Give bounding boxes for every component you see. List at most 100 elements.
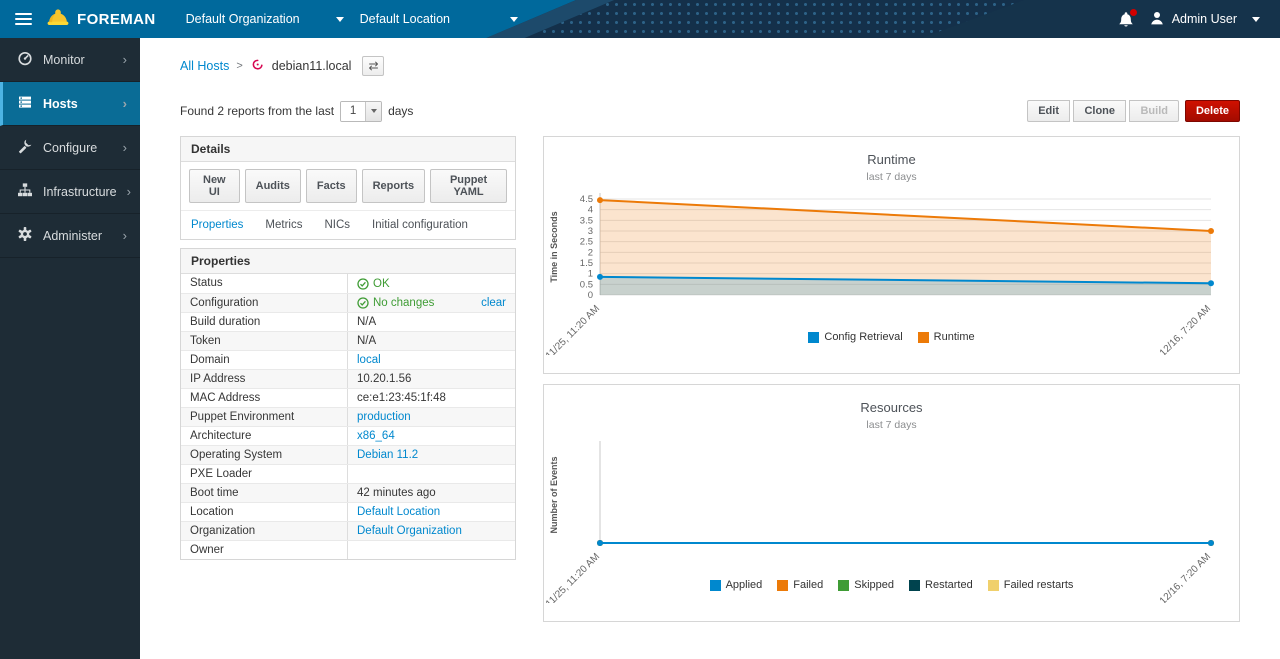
location-dropdown[interactable]: Default Location xyxy=(360,12,518,26)
legend-item-runtime[interactable]: Runtime xyxy=(918,331,975,343)
host-actions: Edit Clone Build Delete xyxy=(1027,100,1240,122)
clone-button[interactable]: Clone xyxy=(1073,100,1126,122)
details-button-reports[interactable]: Reports xyxy=(362,169,426,203)
chevron-down-icon xyxy=(365,102,381,121)
svg-text:0.5: 0.5 xyxy=(580,279,593,290)
tab-initial-configuration[interactable]: Initial configuration xyxy=(372,219,468,231)
user-menu[interactable]: Admin User xyxy=(1149,10,1260,29)
property-label: Configuration xyxy=(181,294,348,312)
main-content: All Hosts > debian11.local ⇄ Found 2 rep… xyxy=(140,38,1280,659)
sidebar-item-monitor[interactable]: Monitor › xyxy=(0,38,140,82)
legend-item-config-retrieval[interactable]: Config Retrieval xyxy=(808,331,902,343)
tab-metrics[interactable]: Metrics xyxy=(265,219,302,231)
chart-title: Runtime xyxy=(867,152,915,167)
foreman-brand[interactable]: FOREMAN xyxy=(46,6,170,33)
svg-text:4.5: 4.5 xyxy=(580,194,593,205)
sidebar-item-label: Administer xyxy=(43,229,102,243)
legend-item-failed[interactable]: Failed xyxy=(777,579,823,591)
details-button-facts[interactable]: Facts xyxy=(306,169,357,203)
sidebar-item-infrastructure[interactable]: Infrastructure › xyxy=(0,170,140,214)
build-button[interactable]: Build xyxy=(1129,100,1179,122)
chevron-right-icon: › xyxy=(123,96,127,111)
svg-text:0: 0 xyxy=(588,290,593,301)
details-button-audits[interactable]: Audits xyxy=(245,169,301,203)
legend-item-restarted[interactable]: Restarted xyxy=(909,579,973,591)
days-select-value: 1 xyxy=(341,102,365,121)
legend-swatch xyxy=(918,332,929,343)
legend-label: Config Retrieval xyxy=(824,331,902,343)
property-value-link[interactable]: local xyxy=(357,354,381,366)
property-value: N/A xyxy=(357,335,376,347)
notification-badge xyxy=(1130,9,1137,16)
property-value-link[interactable]: production xyxy=(357,411,411,423)
resources-chart: 11/25, 11:20 AM12/16, 7:20 AMNumber of E… xyxy=(544,433,1239,603)
legend-swatch xyxy=(710,580,721,591)
tab-properties[interactable]: Properties xyxy=(191,219,243,231)
sidebar-item-hosts[interactable]: Hosts › xyxy=(0,82,140,126)
property-label: Status xyxy=(181,274,348,293)
property-value-link[interactable]: Default Location xyxy=(357,506,440,518)
gauge-icon xyxy=(17,50,33,69)
property-row-pxe-loader: PXE Loader xyxy=(181,464,515,483)
sidebar-item-configure[interactable]: Configure › xyxy=(0,126,140,170)
chevron-down-icon xyxy=(1252,17,1260,22)
svg-text:11/25, 11:20 AM: 11/25, 11:20 AM xyxy=(544,303,602,355)
delete-button[interactable]: Delete xyxy=(1185,100,1240,122)
resources-chart-panel: Resources last 7 days 11/25, 11:20 AM12/… xyxy=(543,384,1240,622)
properties-table-title: Properties xyxy=(181,249,515,274)
property-value: ce:e1:23:45:1f:48 xyxy=(357,392,446,404)
property-value: 42 minutes ago xyxy=(357,487,436,499)
details-button-puppet-yaml[interactable]: Puppet YAML xyxy=(430,169,507,203)
host-switcher-button[interactable]: ⇄ xyxy=(362,56,384,76)
property-row-mac-address: MAC Addressce:e1:23:45:1f:48 xyxy=(181,388,515,407)
notifications-bell-icon[interactable] xyxy=(1118,11,1134,28)
debian-logo-icon xyxy=(250,57,265,75)
reports-summary: Found 2 reports from the last 1 days xyxy=(180,101,413,122)
property-value-link[interactable]: Debian 11.2 xyxy=(357,449,418,461)
details-panel: Details New UIAuditsFactsReportsPuppet Y… xyxy=(180,136,516,240)
sitemap-icon xyxy=(17,182,33,201)
property-label: PXE Loader xyxy=(181,465,348,483)
hamburger-menu-icon[interactable] xyxy=(0,0,46,38)
property-value: 10.20.1.56 xyxy=(357,373,411,385)
reports-summary-suffix: days xyxy=(388,104,413,118)
sidebar-item-label: Monitor xyxy=(43,53,85,67)
property-value-link[interactable]: Default Organization xyxy=(357,525,462,537)
legend-item-failed-restarts[interactable]: Failed restarts xyxy=(988,579,1074,591)
chart-subtitle: last 7 days xyxy=(866,419,916,431)
edit-button[interactable]: Edit xyxy=(1027,100,1070,122)
chart-title: Resources xyxy=(860,400,922,415)
legend-item-applied[interactable]: Applied xyxy=(710,579,763,591)
property-value-link[interactable]: x86_64 xyxy=(357,430,395,442)
details-button-new-ui[interactable]: New UI xyxy=(189,169,240,203)
property-row-architecture: Architecture x86_64 xyxy=(181,426,515,445)
organization-dropdown[interactable]: Default Organization xyxy=(186,12,344,26)
property-label: Operating System xyxy=(181,446,348,464)
organization-label: Default Organization xyxy=(186,12,300,26)
property-label: Architecture xyxy=(181,427,348,445)
legend-item-skipped[interactable]: Skipped xyxy=(838,579,894,591)
property-row-domain: Domainlocal xyxy=(181,350,515,369)
top-navbar: FOREMAN Default Organization Default Loc… xyxy=(0,0,1280,38)
sidebar-item-administer[interactable]: Administer › xyxy=(0,214,140,258)
property-label: Organization xyxy=(181,522,348,540)
svg-text:Time in Seconds: Time in Seconds xyxy=(549,211,559,282)
chart-legend: Applied Failed Skipped Restarted Failed rest… xyxy=(710,579,1074,591)
reports-summary-text: Found 2 reports from the last xyxy=(180,104,334,118)
svg-text:3.5: 3.5 xyxy=(580,215,593,226)
breadcrumb-all-hosts-link[interactable]: All Hosts xyxy=(180,59,229,73)
svg-text:1: 1 xyxy=(588,269,593,280)
property-row-location: Location Default Location xyxy=(181,502,515,521)
clear-link[interactable]: clear xyxy=(481,297,506,309)
tab-nics[interactable]: NICs xyxy=(324,219,350,231)
check-circle-icon xyxy=(357,278,369,290)
gear-icon xyxy=(17,226,33,245)
legend-label: Restarted xyxy=(925,579,973,591)
days-select[interactable]: 1 xyxy=(340,101,382,122)
runtime-chart-panel: Runtime last 7 days 00.511.522.533.544.5… xyxy=(543,136,1240,374)
chart-legend: Config Retrieval Runtime xyxy=(808,331,974,343)
property-label: IP Address xyxy=(181,370,348,388)
property-row-ip-address: IP Address 10.20.1.56 xyxy=(181,369,515,388)
property-label: Location xyxy=(181,503,348,521)
svg-text:2: 2 xyxy=(588,247,593,258)
